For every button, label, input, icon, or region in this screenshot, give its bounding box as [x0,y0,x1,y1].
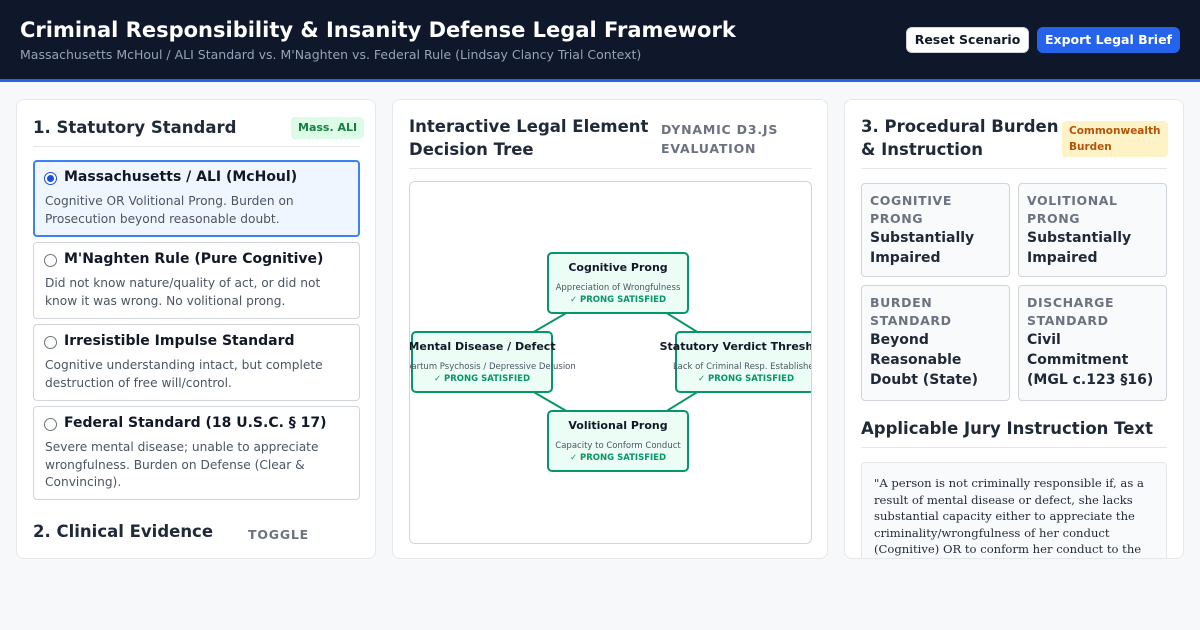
option-description: Cognitive understanding intact, but comp… [45,358,323,390]
jury-instruction-box: "A person is not criminally responsible … [861,462,1167,558]
tree-node-title: Volitional Prong [568,419,667,432]
card-label: COGNITIVE PRONG [870,193,952,226]
procedural-burden-panel: 3. Procedural Burden & Instruction Commo… [844,99,1184,559]
section-divider [409,168,812,169]
tree-node-status: ✓ PRONG SATISFIED [570,453,666,463]
top-bar: Criminal Responsibility & Insanity Defen… [0,0,1200,82]
radio-button[interactable] [44,254,57,267]
section-divider [861,168,1167,169]
standard-badge: Mass. ALI [291,117,365,139]
card-value: Substantially Impaired [1027,230,1132,266]
option-federal-standard[interactable]: Federal Standard (18 U.S.C. § 17) Severe… [33,406,360,500]
discharge-standard-card: DISCHARGE STANDARD Civil Commitment (MGL… [1018,285,1167,401]
cognitive-prong-card: COGNITIVE PRONG Substantially Impaired [861,183,1010,277]
tree-node-status: ✓ PRONG SATISFIED [434,374,530,384]
tree-node-subtitle: Appreciation of Wrongfulness [556,283,681,293]
tree-node-subtitle: Postpartum Psychosis / Depressive Delusi… [410,362,576,372]
decision-tree-svg: Cognitive Prong Appreciation of Wrongfuln… [410,252,812,472]
option-label: Federal Standard (18 U.S.C. § 17) [64,415,327,431]
option-label: Massachusetts / ALI (McHoul) [64,169,298,185]
jury-instruction-title: Applicable Jury Instruction Text [861,419,1153,438]
tree-node-title: Cognitive Prong [568,261,667,274]
reset-scenario-button[interactable]: Reset Scenario [906,27,1029,53]
radio-button[interactable] [44,418,57,431]
option-irresistible-impulse[interactable]: Irresistible Impulse Standard Cognitive … [33,324,360,401]
radio-button[interactable] [44,336,57,349]
card-label: DISCHARGE STANDARD [1027,295,1115,328]
option-label: M'Naghten Rule (Pure Cognitive) [64,251,324,267]
clinical-evidence-title: 2. Clinical Evidence [33,522,214,541]
tree-node-title: Statutory Verdict Threshold [660,340,812,353]
option-description: Did not know nature/quality of act, or d… [45,276,321,308]
option-label: Irresistible Impulse Standard [64,333,295,349]
statutory-standard-title: 1. Statutory Standard [33,118,237,137]
procedural-burden-title: 3. Procedural Burden & Instruction [861,117,1059,159]
section-divider [33,146,360,147]
export-legal-brief-button[interactable]: Export Legal Brief [1037,27,1180,53]
option-description: Cognitive OR Volitional Prong. Burden on… [45,194,294,226]
decision-tree-panel: Interactive Legal Element Decision Tree … [392,99,828,559]
page-title: Criminal Responsibility & Insanity Defen… [20,18,736,42]
node-mental-disease[interactable]: Mental Disease / Defect Postpartum Psycho… [410,331,576,393]
tree-node-subtitle: Lack of Criminal Resp. Established [673,362,812,372]
section-divider [861,447,1167,448]
option-massachusetts-ali[interactable]: Massachusetts / ALI (McHoul) Cognitive O… [33,160,360,237]
card-label: BURDEN STANDARD [870,295,952,328]
card-value: Civil Commitment (MGL c.123 §16) [1027,332,1154,388]
option-mnaghten[interactable]: M'Naghten Rule (Pure Cognitive) Did not … [33,242,360,319]
decision-tree-title: Interactive Legal Element Decision Tree [409,117,649,159]
decision-tree-kicker: DYNAMIC D3.JS EVALUATION [661,122,779,156]
volitional-prong-card: VOLITIONAL PRONG Substantially Impaired [1018,183,1167,277]
burden-standard-card: BURDEN STANDARD Beyond Reasonable Doubt … [861,285,1010,401]
tree-node-title: Mental Disease / Defect [410,340,556,353]
tree-node-status: ✓ PRONG SATISFIED [570,295,666,305]
decision-tree-canvas[interactable]: Cognitive Prong Appreciation of Wrongfuln… [409,181,812,544]
card-value: Beyond Reasonable Doubt (State) [870,332,979,388]
card-value: Substantially Impaired [870,230,975,266]
statutory-standard-panel: 1. Statutory Standard Mass. ALI Massachu… [16,99,376,559]
jury-instruction-text: "A person is not criminally responsible … [874,476,1144,556]
tree-node-status: ✓ PRONG SATISFIED [698,374,794,384]
page-subtitle: Massachusetts McHoul / ALI Standard vs. … [20,47,642,62]
radio-button[interactable] [44,172,57,185]
node-verdict-threshold[interactable]: Statutory Verdict Threshold Lack of Crimi… [660,331,812,393]
clinical-toggle[interactable]: TOGGLE [248,526,309,544]
tree-node-subtitle: Capacity to Conform Conduct [555,441,681,451]
burden-badge: Commonwealth Burden [1062,121,1168,157]
option-description: Severe mental disease; unable to appreci… [45,440,319,489]
node-cognitive-prong[interactable]: Cognitive Prong Appreciation of Wrongfuln… [547,252,689,314]
card-label: VOLITIONAL PRONG [1027,193,1118,226]
node-volitional-prong[interactable]: Volitional Prong Capacity to Conform Cond… [547,410,689,472]
